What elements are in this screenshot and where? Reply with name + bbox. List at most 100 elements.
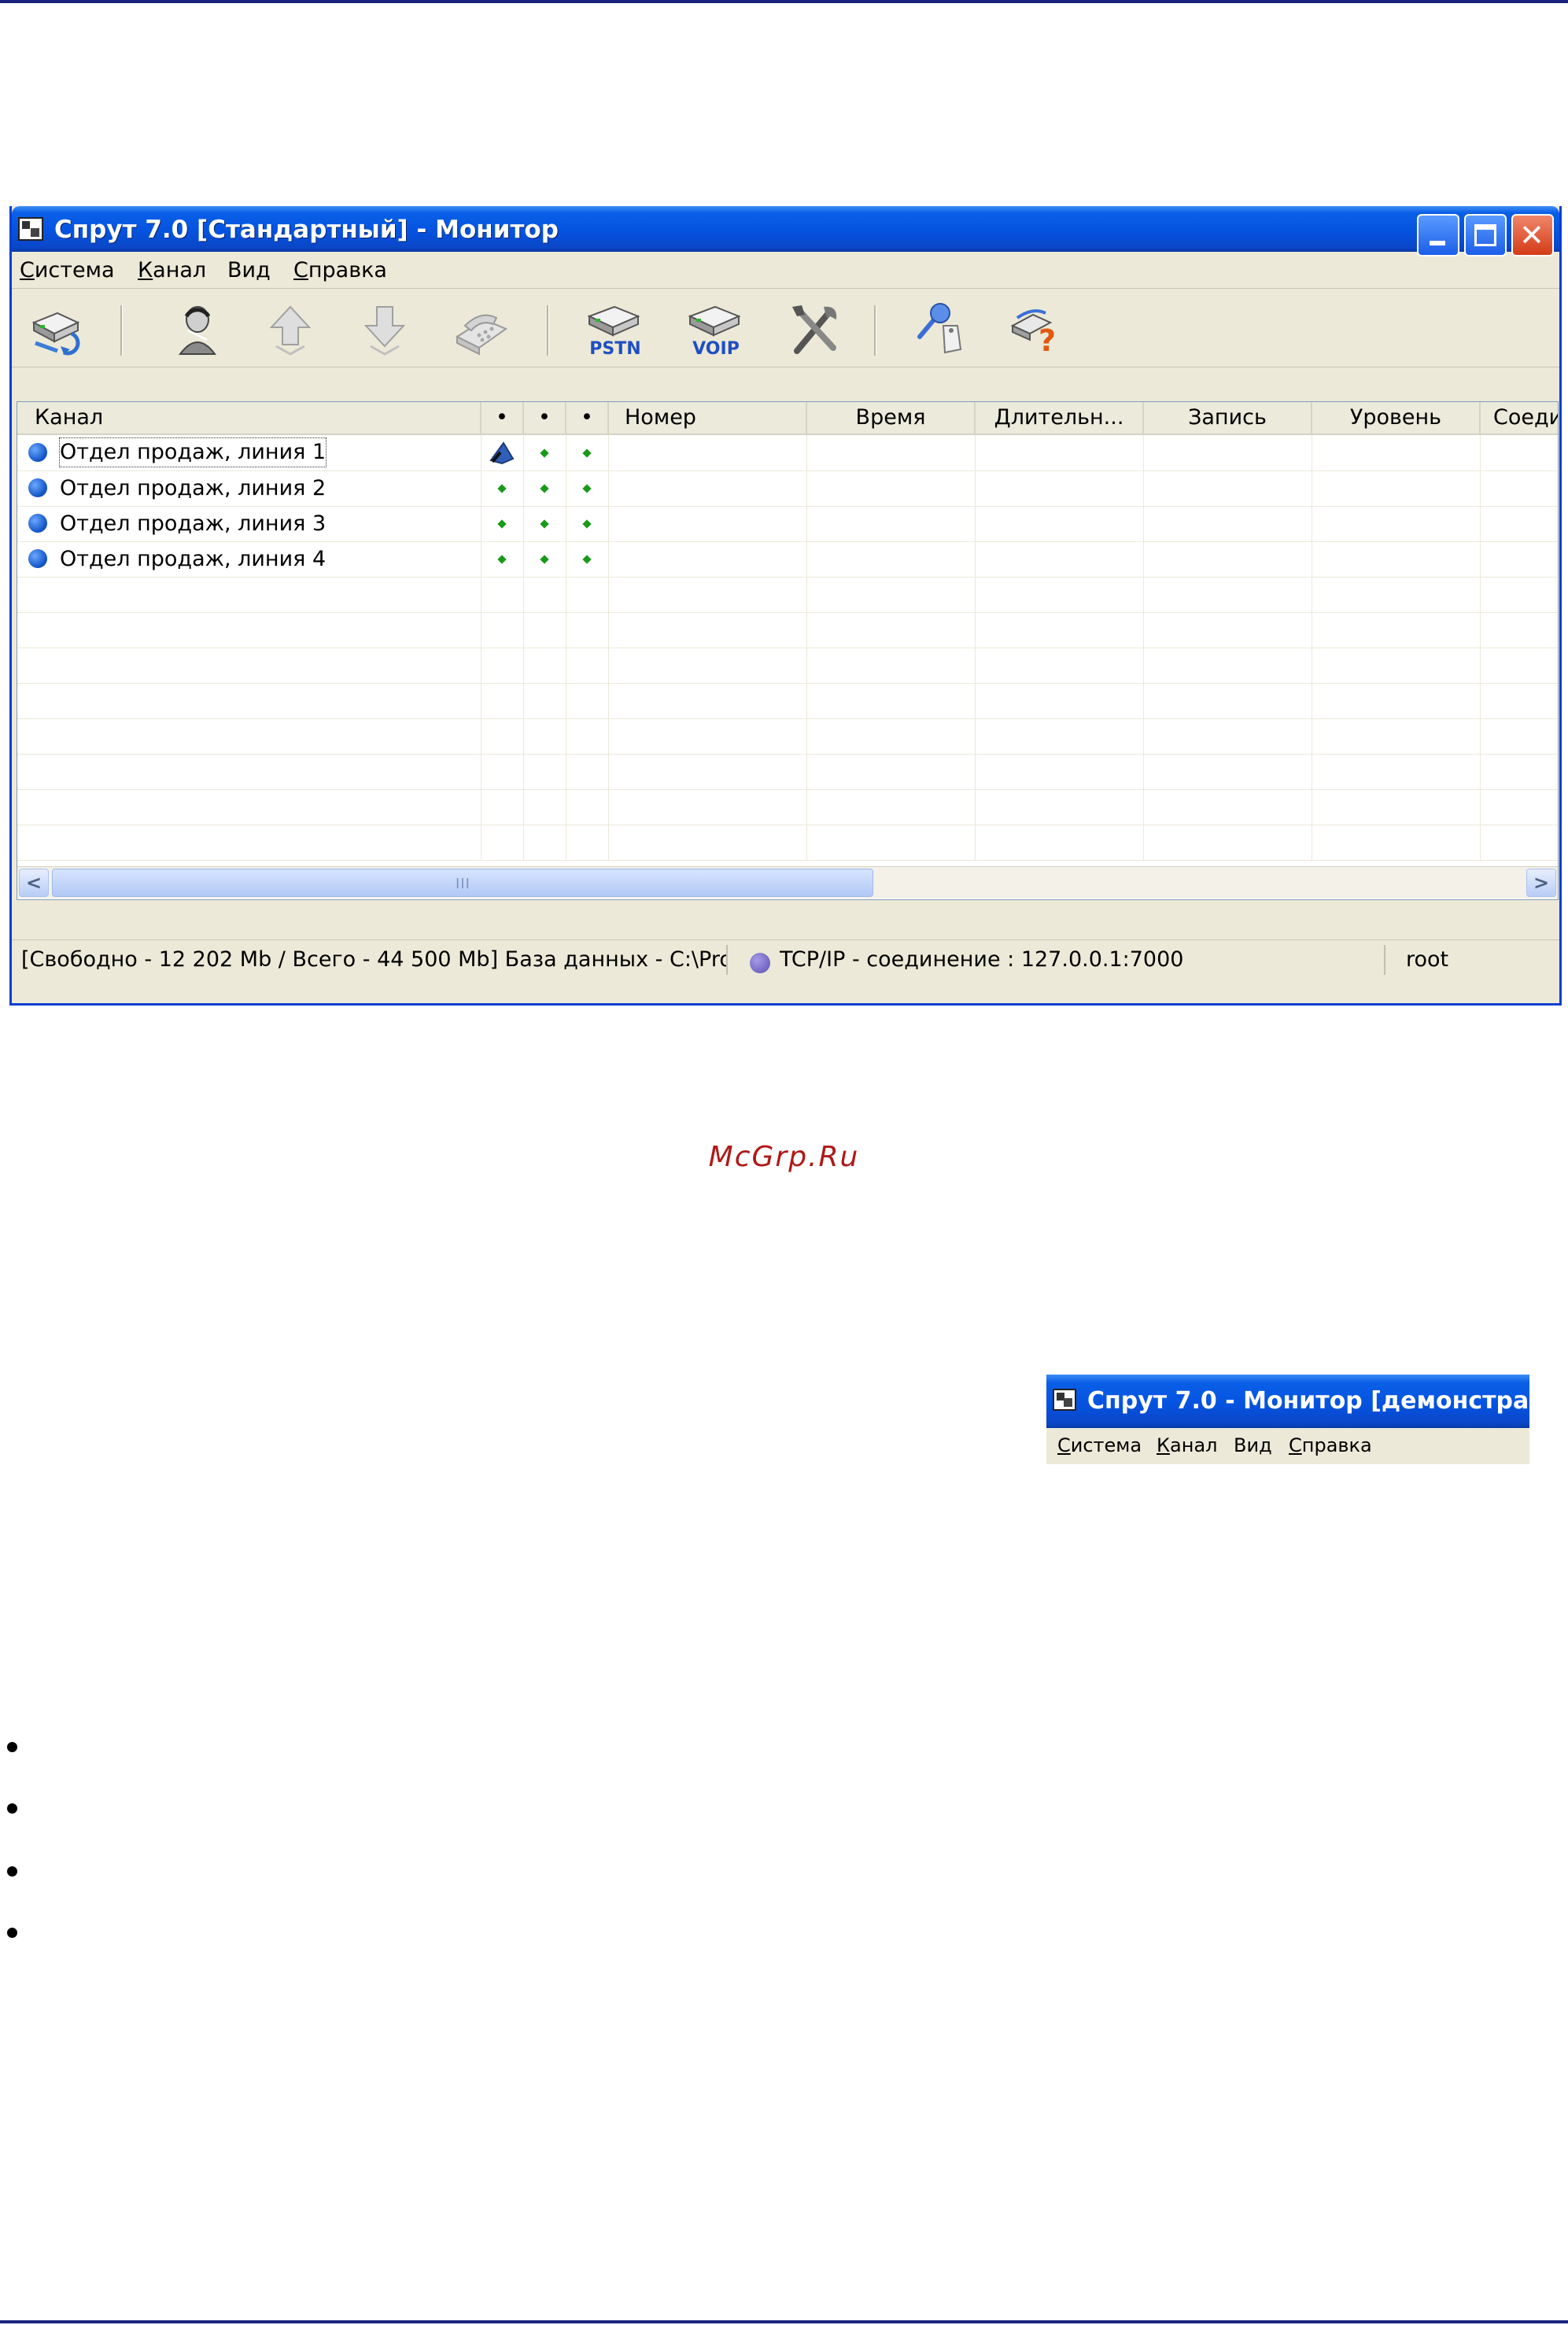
line-ok-indicator: [540, 448, 549, 458]
menu-view[interactable]: Вид: [227, 258, 271, 282]
table-row[interactable]: Отдел продаж, линия 3: [17, 506, 1558, 542]
horizontal-scrollbar[interactable]: < III >: [17, 866, 1558, 899]
table-cell: [1481, 612, 1558, 648]
demo-app-icon[interactable]: [1053, 1389, 1076, 1411]
operator-button[interactable]: [166, 299, 229, 359]
table-cell: [1481, 825, 1558, 860]
demo-title-bar[interactable]: Спрут 7.0 - Монитор [демонстрация]: [1046, 1375, 1568, 1428]
table-cell: [976, 577, 1144, 612]
scroll-left-button[interactable]: <: [19, 869, 49, 897]
table-cell: [976, 648, 1144, 683]
table-cell: [1312, 577, 1481, 612]
demo-menu-channel[interactable]: Канал: [1157, 1434, 1218, 1456]
column-header-connection[interactable]: Соеди: [1481, 402, 1558, 434]
line-ok-indicator: [497, 484, 507, 493]
minimize-button[interactable]: [1417, 214, 1459, 256]
menu-help[interactable]: Справка: [293, 258, 387, 282]
column-header-level[interactable]: Уровень: [1312, 402, 1481, 434]
table-cell: Отдел продаж, линия 1: [17, 435, 481, 471]
table-cell: [524, 683, 566, 718]
table-cell: [976, 825, 1144, 860]
table-row[interactable]: Отдел продаж, линия 1: [17, 435, 1558, 471]
table-cell: [566, 683, 609, 718]
help-button[interactable]: ?: [1005, 299, 1068, 359]
menu-bar: Система Канал Вид Справка: [12, 252, 1559, 289]
maximize-button[interactable]: [1464, 214, 1507, 256]
column-header-channel[interactable]: Канал: [17, 402, 481, 434]
upload-button[interactable]: [259, 299, 322, 359]
table-cell: [609, 612, 807, 648]
scroll-right-button[interactable]: >: [1526, 869, 1556, 897]
svg-text:VOIP: VOIP: [692, 339, 740, 359]
table-cell: [17, 612, 481, 648]
voip-button[interactable]: VOIP: [681, 299, 743, 359]
table-cell: [524, 789, 566, 825]
column-header-record[interactable]: Запись: [1144, 402, 1312, 434]
line-ok-indicator: [540, 555, 549, 564]
table-cell: [1312, 789, 1481, 825]
table-row[interactable]: Отдел продаж, линия 4: [17, 541, 1558, 578]
table-cell: [976, 612, 1144, 648]
table-cell: [481, 648, 524, 683]
demo-menu-view[interactable]: Вид: [1234, 1434, 1272, 1456]
table-cell: [807, 825, 976, 860]
table-cell: [976, 754, 1144, 789]
table-cell: [17, 718, 481, 754]
demo-menu-help[interactable]: Справка: [1289, 1434, 1372, 1456]
table-cell: [807, 754, 976, 789]
table-cell: [481, 612, 524, 648]
table-cell: [1481, 435, 1558, 471]
table-cell: [609, 577, 807, 612]
table-cell: [1144, 471, 1312, 506]
scroll-thumb[interactable]: III: [52, 869, 873, 897]
table-row[interactable]: Отдел продаж, линия 2: [17, 471, 1558, 507]
settings-button[interactable]: [783, 299, 846, 359]
table-cell: [1481, 754, 1558, 789]
table-cell: [17, 789, 481, 825]
table-cell: [566, 718, 609, 754]
menu-system[interactable]: Система: [20, 258, 115, 282]
demo-menu-system[interactable]: Система: [1057, 1434, 1142, 1456]
modem-refresh-icon: [31, 312, 80, 356]
list-bullet: [7, 1866, 17, 1877]
phone-button[interactable]: [449, 299, 512, 359]
arrow-up-icon: [269, 305, 312, 356]
column-header-flag-3[interactable]: •: [566, 402, 609, 434]
table-cell: [609, 683, 807, 718]
column-header-duration[interactable]: Длительн...: [976, 402, 1144, 434]
table-cell: [481, 683, 524, 718]
channel-list[interactable]: Канал • • • Номер Время Длительн... Запи…: [17, 401, 1559, 900]
keys-button[interactable]: [909, 299, 972, 359]
table-cell: [1144, 718, 1312, 754]
empty-row: [17, 825, 1558, 861]
menu-channel[interactable]: Канал: [138, 258, 206, 282]
title-bar[interactable]: Спрут 7.0 [Стандартный] - Монитор ✕: [12, 206, 1559, 256]
table-cell: [1144, 648, 1312, 683]
svg-text:PSTN: PSTN: [589, 339, 640, 359]
table-cell: [1312, 718, 1481, 754]
table-cell: [17, 577, 481, 612]
table-cell: [976, 506, 1144, 541]
column-header-flag-1[interactable]: •: [481, 402, 524, 434]
table-cell: [807, 506, 976, 541]
minimize-icon: [1430, 241, 1445, 245]
close-icon: ✕: [1519, 218, 1544, 253]
table-cell: [1312, 612, 1481, 648]
demo-window: Спрут 7.0 - Монитор [демонстрация] Систе…: [1046, 1375, 1568, 1464]
table-cell: [807, 789, 976, 825]
table-cell: [976, 789, 1144, 825]
pstn-button[interactable]: PSTN: [580, 299, 643, 359]
close-button[interactable]: ✕: [1511, 214, 1554, 256]
table-cell: [609, 435, 807, 471]
line-ok-indicator: [582, 555, 592, 564]
column-header-number[interactable]: Номер: [609, 402, 807, 434]
app-icon[interactable]: [18, 217, 43, 241]
page-top-rule: [0, 0, 1568, 3]
table-cell: [566, 541, 609, 577]
column-header-time[interactable]: Время: [807, 402, 976, 434]
empty-row: [17, 648, 1558, 684]
column-header-flag-2[interactable]: •: [524, 402, 566, 434]
reconnect-button[interactable]: [26, 299, 89, 359]
download-button[interactable]: [353, 299, 416, 359]
table-cell: [807, 435, 976, 471]
